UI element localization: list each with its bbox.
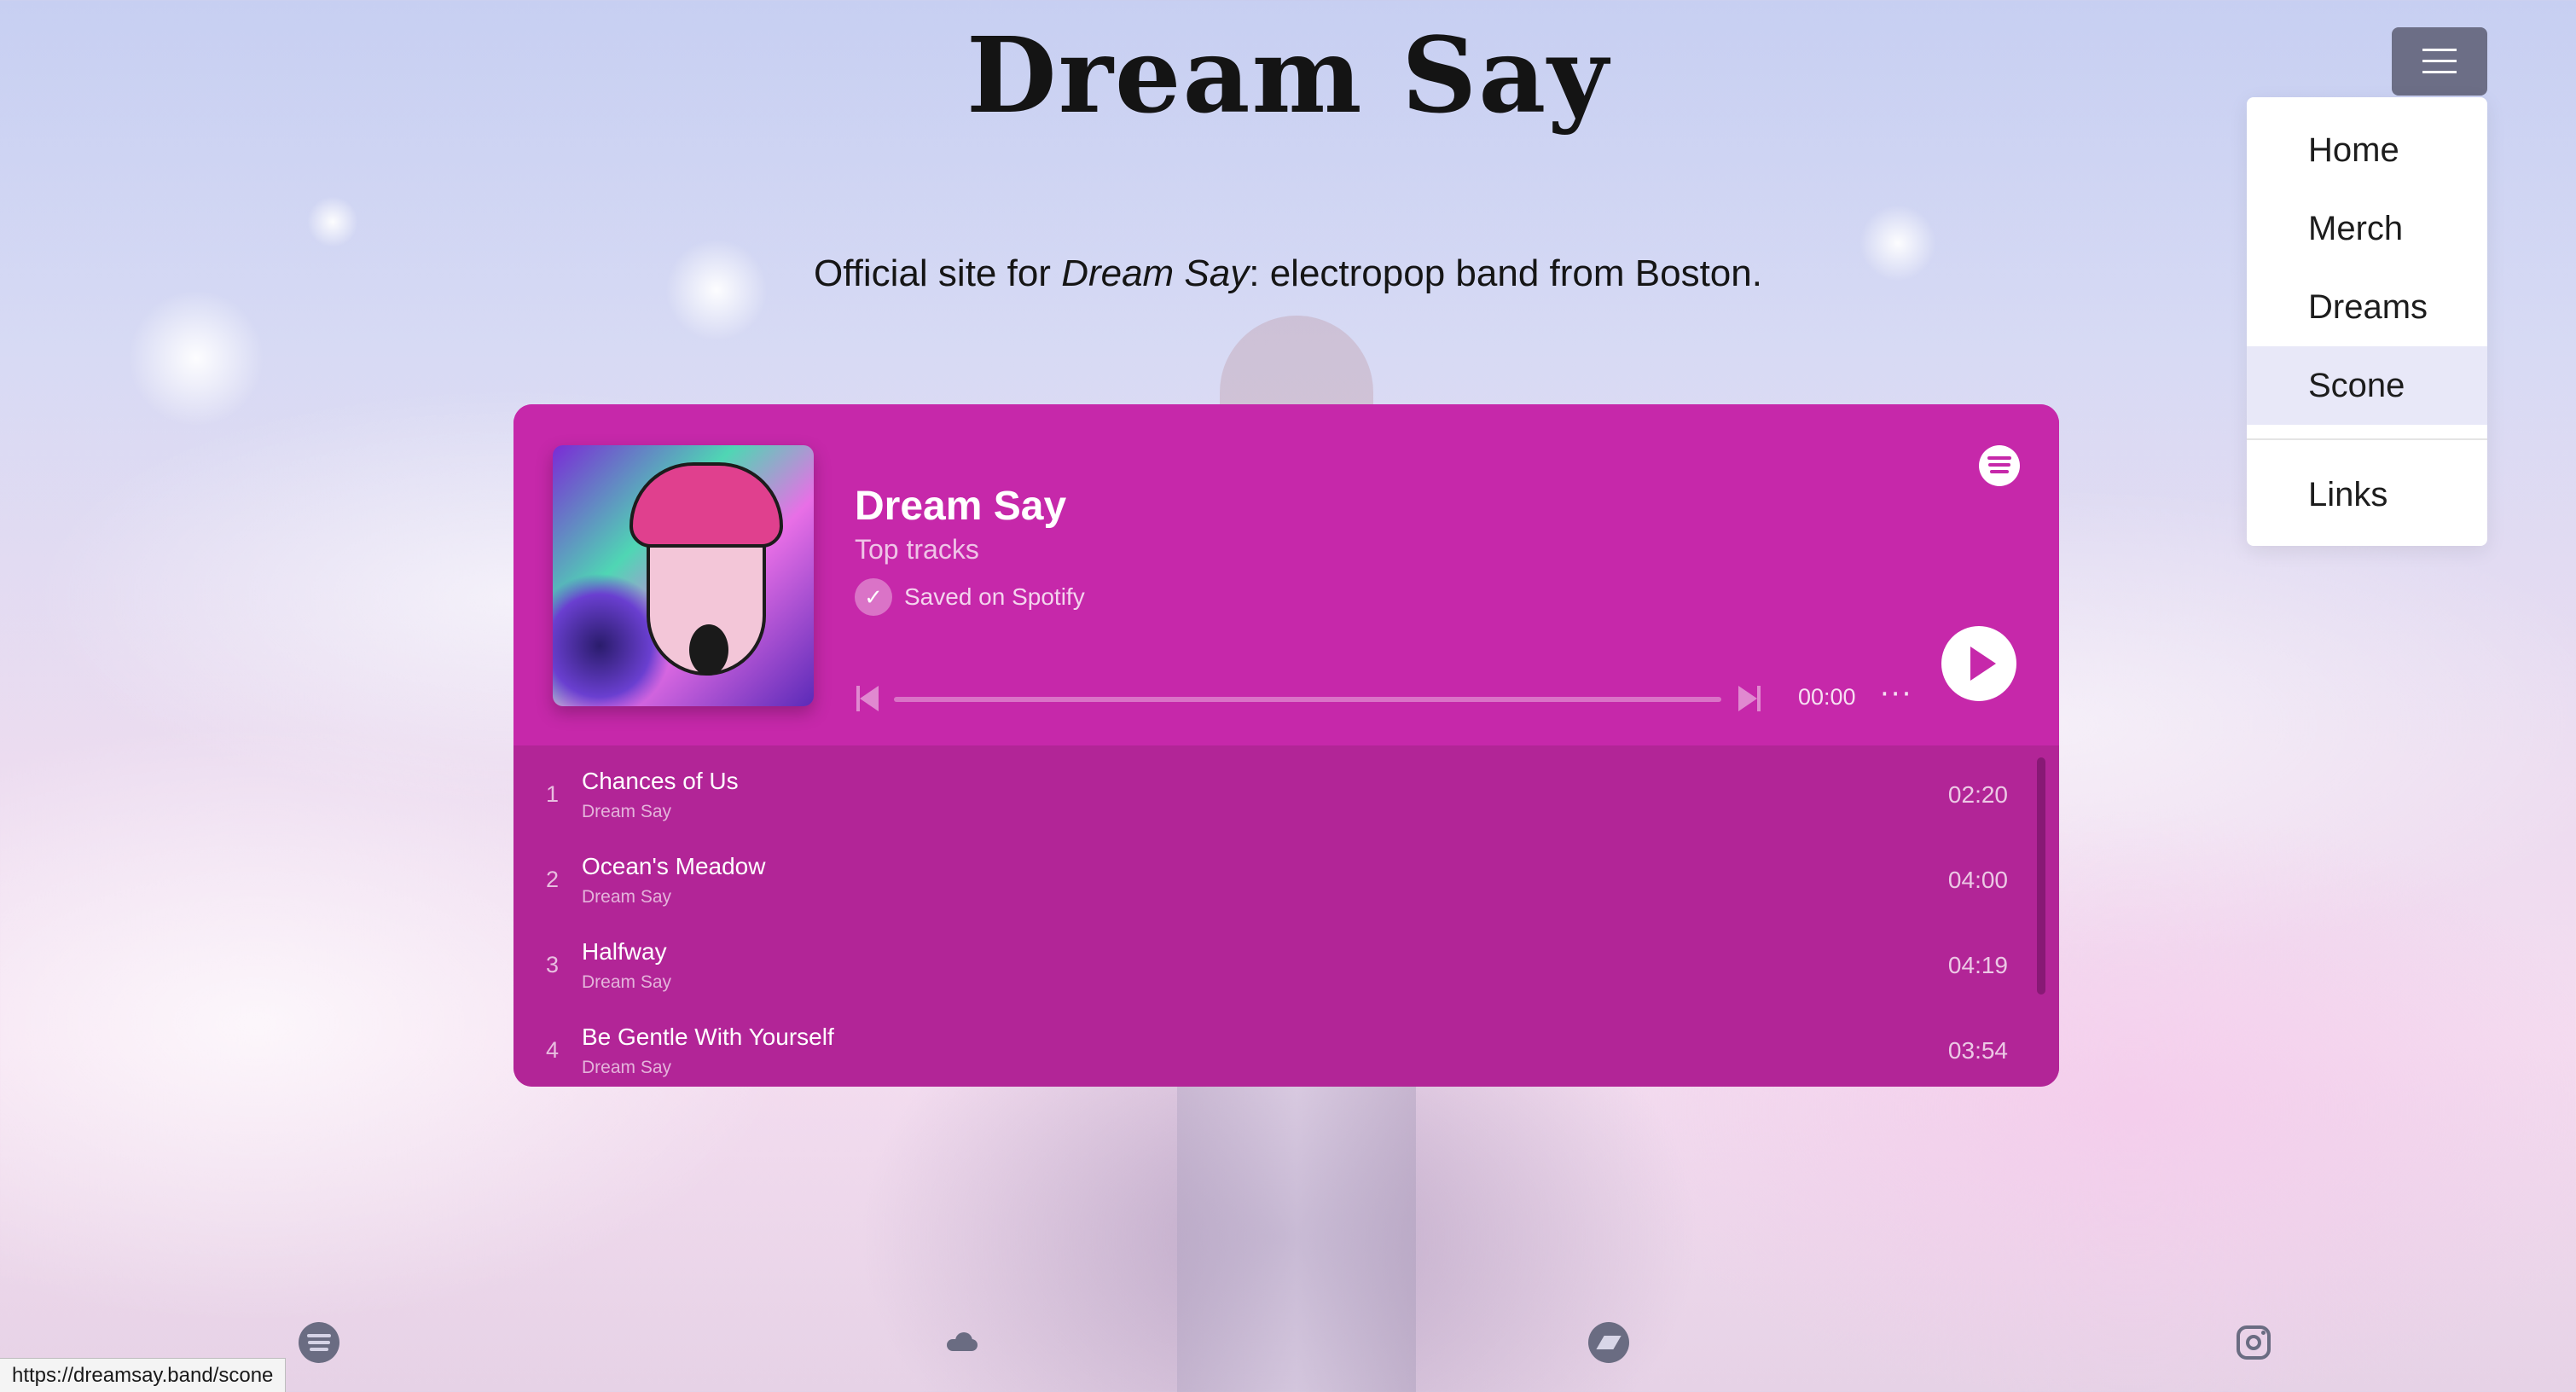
track-row[interactable]: 3 Halfway Dream Say 04:19 bbox=[513, 916, 2059, 1001]
instagram-icon[interactable] bbox=[2233, 1322, 2274, 1363]
track-row[interactable]: 2 Ocean's Meadow Dream Say 04:00 bbox=[513, 831, 2059, 916]
check-icon: ✓ bbox=[855, 578, 892, 616]
nav-item-home[interactable]: Home bbox=[2247, 111, 2487, 189]
previous-track-icon[interactable] bbox=[855, 686, 880, 711]
track-artist: Dream Say bbox=[582, 802, 672, 821]
track-name: Chances of Us bbox=[582, 768, 739, 794]
player-header: Dream Say Top tracks ✓ Saved on Spotify … bbox=[513, 404, 2059, 745]
spotify-icon[interactable] bbox=[299, 1322, 339, 1363]
track-artist: Dream Say bbox=[582, 1058, 672, 1077]
player-title[interactable]: Dream Say bbox=[855, 483, 1066, 530]
background-sparkle bbox=[128, 290, 264, 426]
track-number: 4 bbox=[546, 1037, 560, 1063]
track-number: 3 bbox=[546, 952, 560, 977]
elapsed-time: 00:00 bbox=[1798, 684, 1856, 710]
playback-controls: 00:00 ··· bbox=[855, 674, 1964, 725]
nav-dropdown: Home Merch Dreams Scone Links bbox=[2247, 97, 2487, 546]
tagline-suffix: : electropop band from Boston. bbox=[1249, 252, 1762, 294]
track-name: Ocean's Meadow bbox=[582, 853, 766, 879]
track-list: 1 Chances of Us Dream Say 02:20 2 Ocean'… bbox=[513, 745, 2059, 1087]
site-title: Dream Say bbox=[966, 14, 1610, 136]
track-duration: 02:20 bbox=[1947, 781, 2008, 808]
play-icon bbox=[1970, 647, 1996, 681]
bandcamp-icon[interactable] bbox=[1588, 1322, 1629, 1363]
background-sparkle bbox=[307, 196, 358, 247]
track-name: Halfway bbox=[582, 938, 667, 965]
album-cover[interactable] bbox=[553, 445, 814, 706]
track-number: 2 bbox=[546, 867, 560, 892]
nav-item-links[interactable]: Links bbox=[2247, 455, 2487, 534]
tagline-band-name: Dream Say bbox=[1061, 252, 1250, 294]
tagline: Official site for Dream Say: electropop … bbox=[0, 252, 2576, 295]
nav-item-scone[interactable]: Scone bbox=[2247, 346, 2487, 425]
menu-toggle-button[interactable] bbox=[2392, 27, 2487, 96]
track-name: Be Gentle With Yourself bbox=[582, 1024, 834, 1050]
saved-status[interactable]: ✓ Saved on Spotify bbox=[855, 578, 1085, 616]
soundcloud-icon[interactable] bbox=[942, 1322, 983, 1363]
track-row[interactable]: 4 Be Gentle With Yourself Dream Say 03:5… bbox=[513, 1001, 2059, 1087]
nav-divider bbox=[2247, 438, 2487, 440]
track-artist: Dream Say bbox=[582, 972, 672, 992]
progress-bar[interactable] bbox=[894, 697, 1721, 702]
player-subtitle: Top tracks bbox=[855, 534, 979, 565]
status-bar-url: https://dreamsay.band/scone bbox=[0, 1358, 287, 1392]
more-options-icon[interactable]: ··· bbox=[1880, 677, 1912, 711]
tagline-prefix: Official site for bbox=[814, 252, 1062, 294]
saved-label: Saved on Spotify bbox=[904, 583, 1085, 610]
track-number: 1 bbox=[546, 781, 560, 807]
track-list-scrollbar[interactable] bbox=[2037, 757, 2045, 995]
hamburger-icon bbox=[2422, 49, 2457, 74]
nav-item-dreams[interactable]: Dreams bbox=[2247, 268, 2487, 346]
track-row[interactable]: 1 Chances of Us Dream Say 02:20 bbox=[513, 745, 2059, 831]
spotify-logo-icon[interactable] bbox=[1979, 445, 2020, 486]
play-button[interactable] bbox=[1941, 626, 2016, 701]
track-duration: 04:19 bbox=[1947, 952, 2008, 978]
next-track-icon[interactable] bbox=[1737, 686, 1762, 711]
background-rocket-top bbox=[1220, 316, 1373, 418]
spotify-player: Dream Say Top tracks ✓ Saved on Spotify … bbox=[513, 404, 2059, 1087]
nav-item-merch[interactable]: Merch bbox=[2247, 189, 2487, 268]
track-duration: 04:00 bbox=[1947, 867, 2008, 893]
track-duration: 03:54 bbox=[1947, 1037, 2008, 1064]
track-artist: Dream Say bbox=[582, 887, 672, 907]
